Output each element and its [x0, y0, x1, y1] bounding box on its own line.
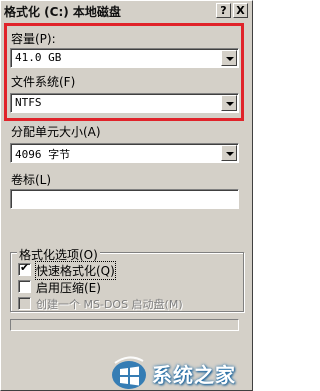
format-options-title: 格式化选项(O)	[17, 246, 100, 263]
msdos-disk-label: 创建一个 MS-DOS 启动盘(M)	[36, 298, 183, 311]
allocation-label: 分配单元大小(A)	[11, 125, 101, 139]
filesystem-select[interactable]: NTFS	[10, 93, 239, 113]
compression-checkbox[interactable]	[18, 280, 31, 293]
filesystem-label: 文件系统(F)	[11, 75, 76, 89]
checkmark-icon: ✔	[20, 261, 30, 274]
format-dialog: 格式化 (C:) 本地磁盘 ? X 容量(P): 41.0 GB 文件系统(F)…	[0, 0, 253, 391]
chevron-down-icon[interactable]	[221, 95, 237, 111]
volume-label-input[interactable]	[10, 189, 239, 209]
compression-label[interactable]: 启用压缩(E)	[36, 279, 101, 296]
watermark: 系统之家	[109, 351, 252, 390]
quick-format-checkbox[interactable]: ✔	[18, 261, 31, 276]
capacity-label: 容量(P):	[11, 32, 56, 46]
chevron-down-icon[interactable]	[221, 50, 237, 66]
format-progress-bar	[10, 319, 239, 331]
msdos-disk-checkbox	[18, 297, 31, 310]
allocation-value: 4096 字节	[15, 148, 71, 161]
window-title: 格式化 (C:) 本地磁盘	[4, 5, 121, 19]
filesystem-value: NTFS	[15, 96, 42, 109]
quick-format-label[interactable]: 快速格式化(Q)	[35, 261, 116, 280]
allocation-select[interactable]: 4096 字节	[10, 143, 239, 163]
capacity-select[interactable]: 41.0 GB	[10, 48, 239, 68]
watermark-text: 系统之家	[152, 363, 236, 387]
capacity-value: 41.0 GB	[15, 51, 62, 64]
windows-logo-icon	[112, 356, 146, 389]
help-icon: ?	[220, 4, 227, 17]
chevron-down-icon[interactable]	[221, 145, 237, 161]
title-bar: 格式化 (C:) 本地磁盘 ? X	[1, 1, 252, 22]
close-button[interactable]: X	[233, 3, 248, 18]
close-icon: X	[236, 4, 245, 17]
help-button[interactable]: ?	[216, 3, 231, 18]
volume-label-label: 卷标(L)	[11, 173, 52, 187]
